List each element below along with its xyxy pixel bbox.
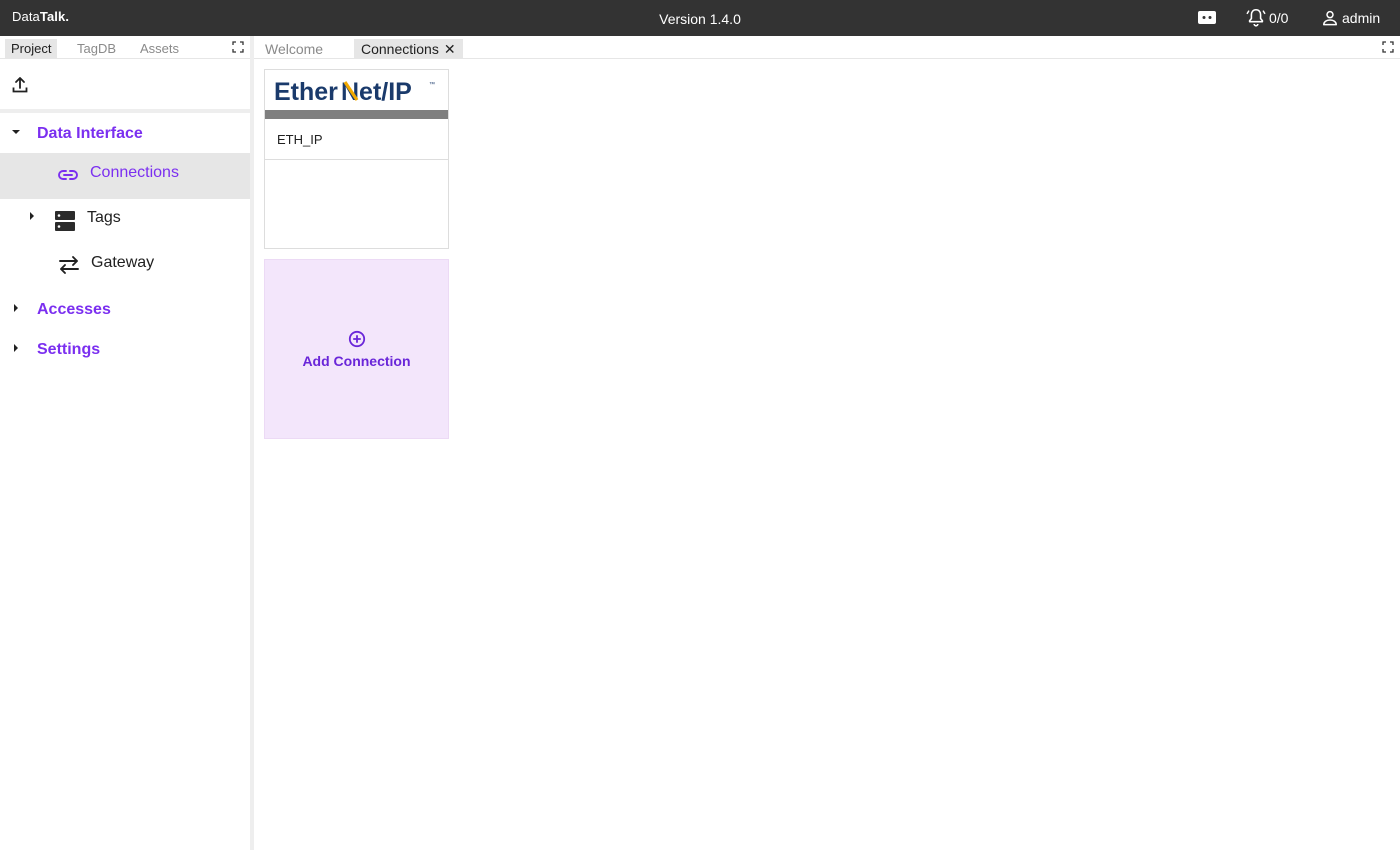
caret-down-icon bbox=[12, 130, 20, 134]
connection-name: ETH_IP bbox=[277, 132, 323, 147]
add-connection-card[interactable]: Add Connection bbox=[264, 259, 449, 439]
toolbar bbox=[0, 59, 250, 109]
swap-arrows-icon bbox=[59, 256, 79, 274]
close-icon[interactable]: ✕ bbox=[444, 41, 456, 58]
svg-text:Ether: Ether bbox=[274, 78, 338, 106]
tree-item-gateway[interactable]: Gateway bbox=[0, 245, 250, 285]
maximize-icon[interactable] bbox=[1382, 41, 1394, 53]
tree-label-gateway: Gateway bbox=[91, 254, 155, 271]
user-icon bbox=[1323, 10, 1337, 26]
tree-item-settings[interactable]: Settings bbox=[0, 333, 250, 367]
svg-text:™: ™ bbox=[429, 81, 435, 88]
chat-icon[interactable] bbox=[1197, 10, 1217, 26]
tree-item-data-interface[interactable]: Data Interface bbox=[0, 117, 250, 150]
user-name: admin bbox=[1342, 10, 1381, 26]
tree-label-connections: Connections bbox=[90, 164, 179, 181]
tree-label-tags: Tags bbox=[87, 209, 121, 226]
alarm-count: 0/0 bbox=[1269, 10, 1289, 26]
bell-icon bbox=[1246, 8, 1266, 27]
card-divider bbox=[265, 159, 448, 160]
tree-label-accesses: Accesses bbox=[37, 301, 111, 318]
link-icon bbox=[58, 170, 78, 180]
top-bar: DataTalk. Version 1.4.0 0/0 admin bbox=[0, 0, 1400, 36]
maximize-icon[interactable] bbox=[232, 41, 244, 53]
add-circle-icon bbox=[348, 330, 366, 348]
version-label: Version 1.4.0 bbox=[659, 11, 741, 27]
upload-icon[interactable] bbox=[11, 76, 29, 94]
caret-right-icon bbox=[14, 344, 18, 352]
tree-label-data-interface: Data Interface bbox=[37, 125, 143, 142]
tab-tagdb[interactable]: TagDB bbox=[71, 39, 122, 59]
card-status-bar bbox=[265, 110, 448, 119]
tree-label-settings: Settings bbox=[37, 341, 101, 358]
tab-project[interactable]: Project bbox=[5, 39, 58, 59]
tree-item-connections[interactable]: Connections bbox=[0, 153, 250, 199]
caret-right-icon bbox=[14, 304, 18, 312]
caret-right-icon bbox=[30, 212, 34, 220]
tree-item-tags[interactable]: Tags bbox=[0, 201, 250, 241]
tab-connections[interactable]: Connections ✕ bbox=[354, 39, 463, 59]
left-panel-tabs: Project TagDB Assets bbox=[0, 36, 250, 59]
add-connection-label: Add Connection bbox=[302, 353, 411, 369]
main-area: Welcome Connections ✕ Ether Net/IP ™ ETH_… bbox=[254, 36, 1400, 850]
editor-tabs: Welcome Connections ✕ bbox=[254, 36, 1400, 59]
alarm-button[interactable]: 0/0 bbox=[1245, 8, 1288, 28]
tab-assets[interactable]: Assets bbox=[134, 39, 185, 59]
connection-card[interactable]: Ether Net/IP ™ ETH_IP bbox=[264, 69, 449, 249]
tab-welcome[interactable]: Welcome bbox=[258, 39, 330, 59]
storage-icon bbox=[55, 211, 75, 231]
ethernet-ip-logo: Ether Net/IP ™ bbox=[274, 78, 435, 106]
tab-welcome-label: Welcome bbox=[265, 41, 324, 57]
tab-connections-label: Connections bbox=[361, 41, 439, 57]
divider bbox=[0, 109, 250, 113]
left-panel: Project TagDB Assets Data Interface Conn… bbox=[0, 36, 250, 850]
tree-item-accesses[interactable]: Accesses bbox=[0, 293, 250, 327]
user-menu-button[interactable]: admin bbox=[1320, 8, 1380, 28]
